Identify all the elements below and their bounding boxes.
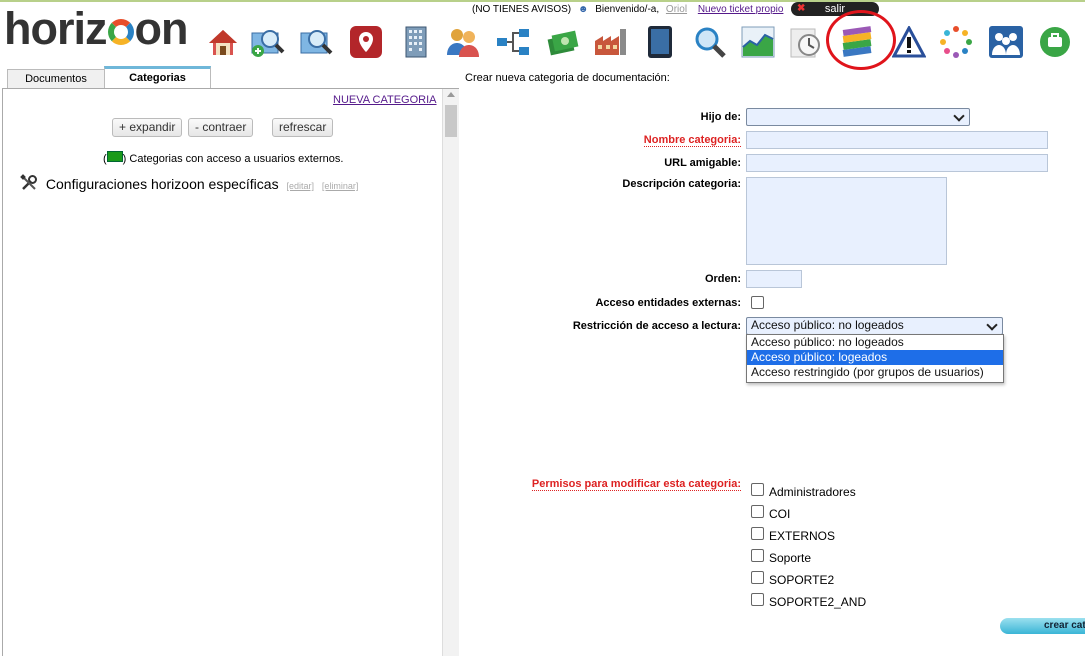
group-label: EXTERNOS xyxy=(769,529,836,543)
new-ticket-link[interactable]: Nuevo ticket propio xyxy=(698,4,784,15)
chevron-down-icon xyxy=(986,319,998,331)
permissions-label: Permisos para modificar esta categoria: xyxy=(531,478,741,491)
top-border xyxy=(0,0,1085,2)
group-checkbox-soporte[interactable] xyxy=(751,549,764,562)
team-icon[interactable] xyxy=(988,24,1024,60)
tab-documentos[interactable]: Documentos xyxy=(7,69,105,88)
notices-text: (NO TIENES AVISOS) xyxy=(472,4,572,15)
magnifier-icon[interactable] xyxy=(692,24,728,60)
refresh-button[interactable]: refrescar xyxy=(272,118,334,137)
external-access-legend: () Categorias con acceso a usuarios exte… xyxy=(103,151,343,165)
name-field[interactable] xyxy=(746,131,1048,149)
close-icon: ✖ xyxy=(797,3,806,14)
group-checkbox-soporte2[interactable] xyxy=(751,571,764,584)
tree-item-label[interactable]: Configuraciones horizoon específicas xyxy=(46,176,279,192)
description-textarea[interactable] xyxy=(746,177,947,265)
horizoon-logo[interactable]: horiz on xyxy=(4,4,188,54)
tree-item: Configuraciones horizoon específicas [ed… xyxy=(20,174,358,195)
restriction-select-value: Acceso público: no logeados xyxy=(751,318,904,332)
search-docs-icon[interactable] xyxy=(299,24,335,60)
warning-icon[interactable] xyxy=(891,24,927,60)
edit-link[interactable]: [editar] xyxy=(286,181,314,191)
group-label: SOPORTE2_AND xyxy=(769,595,867,609)
welcome-text: Bienvenido/-a, xyxy=(595,4,660,15)
group-label: COI xyxy=(769,507,791,521)
chart-icon[interactable] xyxy=(740,24,776,60)
group-checkbox-administradores[interactable] xyxy=(751,483,764,496)
url-label: URL amigable: xyxy=(664,157,741,169)
badge-icon[interactable] xyxy=(1037,24,1073,60)
legend-text: Categorias con acceso a usuarios externo… xyxy=(129,153,344,165)
chevron-down-icon xyxy=(953,110,965,122)
external-access-label: Acceso entidades externas: xyxy=(595,297,741,309)
restriction-select[interactable]: Acceso público: no logeados xyxy=(746,317,1003,335)
restriction-option-highlighted[interactable]: Acceso público: logeados xyxy=(747,350,1003,365)
user-link[interactable]: Oriol xyxy=(666,4,687,15)
user-icon: ☻ xyxy=(577,4,589,15)
parent-select[interactable] xyxy=(746,108,970,126)
new-category-link[interactable]: NUEVA CATEGORIA xyxy=(333,94,437,106)
group-label: Soporte xyxy=(769,551,812,565)
restriction-option[interactable]: Acceso restringido (por grupos de usuari… xyxy=(747,365,1003,380)
logout-label: salir xyxy=(824,3,846,15)
left-panel-scrollbar[interactable] xyxy=(442,89,459,656)
order-field[interactable] xyxy=(746,270,802,288)
form-title: Crear nueva categoria de documentación: xyxy=(465,72,670,84)
top-info-bar: (NO TIENES AVISOS) ☻ Bienvenido/-a, Orio… xyxy=(472,4,787,15)
url-field[interactable] xyxy=(746,154,1048,172)
restriction-label: Restricción de acceso a lectura: xyxy=(572,320,741,332)
search-add-icon[interactable] xyxy=(250,24,286,60)
external-access-square-icon xyxy=(106,151,123,162)
factory-icon[interactable] xyxy=(593,24,629,60)
external-access-checkbox[interactable] xyxy=(751,296,764,309)
scroll-thumb[interactable] xyxy=(445,105,457,137)
expand-button[interactable]: + expandir xyxy=(112,118,183,137)
home-icon[interactable] xyxy=(205,24,241,60)
group-checkbox-soporte2-and[interactable] xyxy=(751,593,764,606)
name-label: Nombre categoria: xyxy=(643,134,741,147)
group-checkbox-externos[interactable] xyxy=(751,527,764,540)
clock-icon[interactable] xyxy=(789,24,825,60)
legend-paren-close: ) xyxy=(122,153,127,165)
network-icon[interactable] xyxy=(495,24,531,60)
building-icon[interactable] xyxy=(398,24,434,60)
tools-icon xyxy=(20,174,38,195)
group-checkbox-coi[interactable] xyxy=(751,505,764,518)
description-label: Descripción categoria: xyxy=(622,178,741,190)
users-icon[interactable] xyxy=(445,24,481,60)
restriction-dropdown-list: Acceso público: no logeados Acceso públi… xyxy=(746,334,1004,383)
delete-link[interactable]: [eliminar] xyxy=(322,181,359,191)
group-label: Administradores xyxy=(769,485,856,499)
loading-dots-icon[interactable] xyxy=(938,24,974,60)
tab-categorias[interactable]: Categorias xyxy=(104,66,211,89)
highlight-circle xyxy=(826,10,896,70)
tablet-icon[interactable] xyxy=(642,24,678,60)
scroll-up-arrow-icon[interactable] xyxy=(447,92,455,97)
location-pin-icon[interactable] xyxy=(348,24,384,60)
group-label: SOPORTE2 xyxy=(769,573,835,587)
create-category-button[interactable]: crear cat xyxy=(1000,618,1085,634)
parent-label: Hijo de: xyxy=(700,111,741,123)
money-icon[interactable] xyxy=(545,24,581,60)
order-label: Orden: xyxy=(704,273,741,285)
collapse-button[interactable]: - contraer xyxy=(188,118,254,137)
restriction-option[interactable]: Acceso público: no logeados xyxy=(747,335,1003,350)
logo-ring xyxy=(107,19,134,45)
